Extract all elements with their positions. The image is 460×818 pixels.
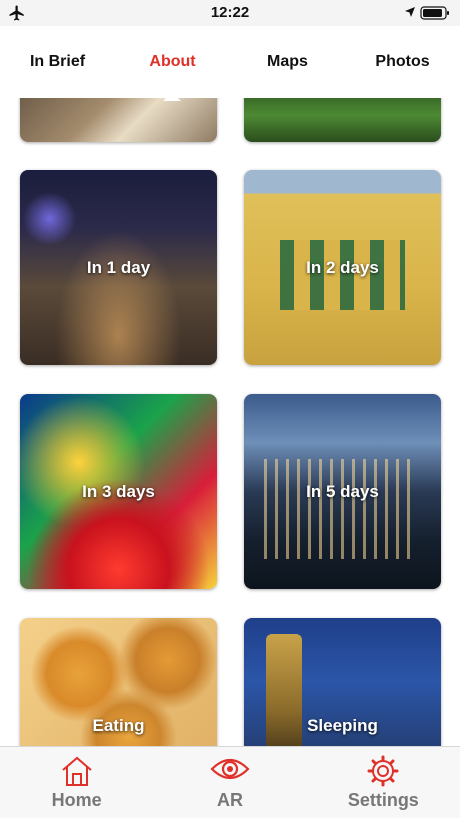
location-icon [405,7,415,17]
bottom-tab-ar[interactable]: AR [153,747,306,818]
top-tab-bar: In Brief About Maps Photos [0,40,460,84]
tab-in-brief[interactable]: In Brief [0,40,115,84]
card-eating[interactable]: Eating [20,618,217,746]
card-partial-top-left[interactable] [20,98,217,142]
card-sleeping[interactable]: Sleeping [244,618,441,746]
active-tab-pointer [163,92,181,101]
tab-photos[interactable]: Photos [345,40,460,84]
bottom-tab-label: Home [51,790,102,810]
card-label: Sleeping [307,716,378,735]
eye-icon [210,758,250,780]
tab-about[interactable]: About [115,40,230,84]
bottom-tab-home[interactable]: Home [0,747,153,818]
card-in-2-days[interactable]: In 2 days [244,170,441,365]
bottom-tab-settings[interactable]: Settings [307,747,460,818]
status-bar: 12:22 [0,0,460,26]
card-in-5-days[interactable]: In 5 days [244,394,441,589]
card-label: In 1 day [86,257,151,277]
status-time: 12:22 [210,4,250,21]
bottom-tab-label: AR [216,790,243,810]
card-in-3-days[interactable]: In 3 days [20,394,217,589]
card-label: In 5 days [306,481,379,501]
card-label: In 3 days [82,481,155,501]
home-icon [62,756,92,786]
guide-grid[interactable]: In 1 day In 2 days In 3 days In 5 days E… [0,98,460,746]
card-in-1-day[interactable]: In 1 day [20,170,217,365]
bottom-tab-label: Settings [347,790,419,810]
card-label: In 2 days [306,257,379,277]
card-label: Eating [92,716,145,735]
battery-icon [420,6,449,20]
card-partial-top-right[interactable] [244,98,441,142]
gear-icon [367,755,399,787]
tab-maps[interactable]: Maps [230,40,345,84]
bottom-tab-bar: Home AR Settings [0,746,460,818]
